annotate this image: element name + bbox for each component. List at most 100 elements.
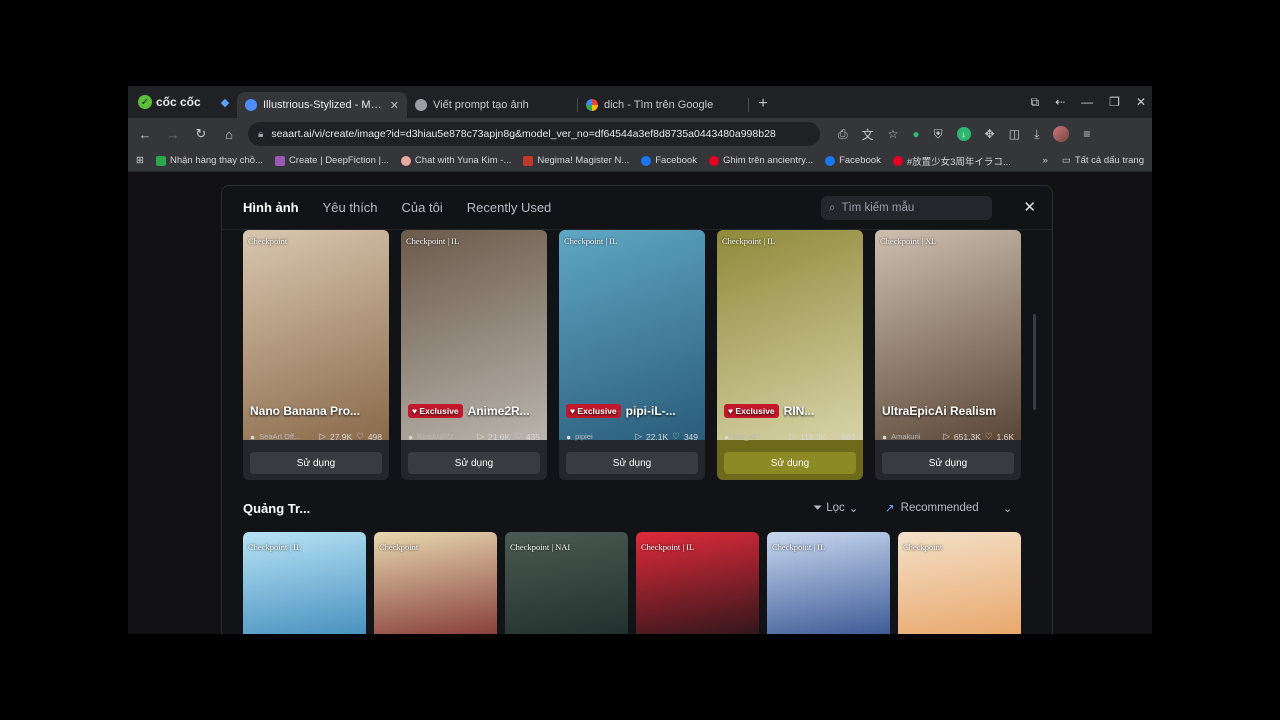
tab-google[interactable]: dich - Tìm trên Google (578, 92, 748, 118)
tab-title: Illustrious-Stylized - Mô Hìn (263, 99, 384, 111)
model-card[interactable]: Checkpoint | IL (767, 532, 890, 634)
all-bookmarks-button[interactable]: ▭ Tất cả dấu trang (1062, 155, 1144, 166)
address-toolbar: ← → ↻ ⌂ 🔒︎ seaart.ai/vi/create/image?id=… (128, 118, 1152, 150)
browser-brand[interactable]: ✓ cốc cốc (128, 95, 213, 109)
new-tab-button[interactable]: + (749, 95, 777, 113)
minimize-button[interactable]: — (1081, 95, 1093, 109)
tab-mine[interactable]: Của tôi (402, 200, 443, 215)
shield-icon[interactable]: ⛨ (934, 127, 943, 142)
model-title: Anime2R... (467, 404, 530, 418)
tab-prompt[interactable]: Viết prompt tạo ảnh (407, 92, 577, 118)
model-title-row: UltraEpicAi Realism (882, 404, 996, 418)
model-title-row: ♥ Exclusive RIN... (724, 404, 814, 418)
author-avatar-icon: ● (566, 431, 572, 442)
moon-icon[interactable]: ● (912, 127, 919, 141)
use-button[interactable]: Sử dụng (408, 452, 540, 474)
translate-icon[interactable]: 文 (862, 126, 874, 143)
close-modal-button[interactable]: ✕ (1023, 198, 1036, 216)
bookmark-item[interactable]: Ghim trên ancientry... (708, 155, 814, 166)
reload-icon[interactable]: ↻ (192, 126, 210, 142)
filter-button[interactable]: ⏷ Lọc ⌄ (813, 501, 858, 516)
brand-label: cốc cốc (156, 95, 201, 109)
author-name: SeaArt Off... (259, 432, 301, 441)
close-icon[interactable]: ✕ (390, 99, 399, 112)
heart-icon: ♡ (830, 431, 838, 441)
chevron-down-icon[interactable]: ⌄ (1003, 502, 1012, 515)
scrollbar[interactable] (1033, 314, 1036, 410)
extensions-icon[interactable]: ✥ (985, 127, 995, 141)
bookmark-item[interactable]: #放置少女3周年イラコ... (892, 154, 1011, 168)
model-card[interactable]: Checkpoint | IL ♥ Exclusive pipi-iL-... … (559, 230, 705, 480)
diamond-icon[interactable]: ◆ (213, 96, 237, 109)
close-window-button[interactable]: ✕ (1136, 95, 1146, 109)
bookmark-item[interactable]: Chat with Yuna Kim -... (400, 155, 511, 166)
model-card[interactable]: Checkpoint Nano Banana Pro... ● SeaArt O… (243, 230, 389, 480)
bookmarks-more-button[interactable]: » (1043, 155, 1048, 166)
bookmark-item[interactable]: Nhận hàng thay chồ... (155, 155, 263, 166)
model-card[interactable]: Checkpoint | NAI (505, 532, 628, 634)
model-card[interactable]: Checkpoint | XL UltraEpicAi Realism ● Am… (875, 230, 1021, 480)
tab-illustrious[interactable]: Illustrious-Stylized - Mô Hìn ✕ (237, 92, 407, 118)
recent-model-cards: Checkpoint Nano Banana Pro... ● SeaArt O… (243, 230, 1021, 480)
tab-back-icon[interactable]: ⇠ (1055, 95, 1065, 109)
bookmark-item[interactable]: Facebook (825, 155, 881, 166)
forward-icon[interactable]: → (164, 127, 182, 142)
tab-recently-used[interactable]: Recently Used (467, 200, 552, 215)
model-card[interactable]: Checkpoint | IL ♥ Exclusive Anime2R... ●… (401, 230, 547, 480)
profile-avatar[interactable] (1053, 126, 1070, 142)
back-icon[interactable]: ← (136, 127, 154, 142)
model-title-row: ♥ Exclusive Anime2R... (408, 404, 530, 418)
model-type-tag: Checkpoint | XL (880, 236, 937, 246)
model-type-tag: Checkpoint | IL (564, 236, 618, 246)
trend-icon: ↗ (885, 503, 895, 515)
bookmark-label: Ghim trên ancientry... (722, 155, 814, 166)
model-grid-row: Checkpoint | IL Checkpoint Checkpoint | NA… (243, 532, 1021, 634)
search-input[interactable]: ⌕ Tìm kiếm mẫu (821, 196, 992, 220)
screen-capture-icon[interactable]: ⧉ (1031, 95, 1040, 110)
like-count: 435 (525, 431, 540, 442)
model-title-row: ♥ Exclusive pipi-iL-... (566, 404, 676, 418)
install-icon[interactable]: ⎙ (838, 127, 848, 142)
bookmark-item[interactable]: Negima! Magister N... (523, 155, 629, 166)
restore-button[interactable]: ❐ (1109, 95, 1120, 109)
model-meta: ● Amakuni ▷ 651.3K ♡ 1.6K (882, 431, 1014, 442)
home-icon[interactable]: ⌂ (220, 127, 238, 142)
sort-dropdown[interactable]: ↗ Recommended (885, 501, 979, 515)
model-meta: ● SeaArt Off... ▷ 27.9K ♡ 498 (250, 431, 382, 442)
bookmarks-right: » ▭ Tất cả dấu trang (1043, 155, 1144, 166)
model-title: RIN... (783, 404, 815, 418)
use-button[interactable]: Sử dụng (566, 452, 698, 474)
model-card[interactable]: Checkpoint (898, 532, 1021, 634)
use-button[interactable]: Sử dụng (724, 452, 856, 474)
author-name: Amakuni (891, 432, 921, 441)
split-view-icon[interactable]: ◫ (1009, 127, 1020, 141)
lock-icon[interactable]: 🔒︎ (258, 129, 263, 140)
model-type-tag: Checkpoint | IL (248, 542, 302, 552)
tab-strip: ✓ cốc cốc ◆ Illustrious-Stylized - Mô Hì… (128, 86, 1152, 118)
exclusive-label: Exclusive (577, 406, 617, 416)
play-icon: ▷ (477, 431, 484, 441)
menu-icon[interactable]: ≡ (1083, 127, 1090, 141)
star-icon[interactable]: ☆ (888, 127, 899, 141)
bookmark-item[interactable]: Create | DeepFiction |... (274, 155, 389, 166)
author-avatar-icon: ● (724, 431, 730, 442)
exclusive-badge: ♥ Exclusive (566, 404, 621, 418)
like-count: 961 (841, 431, 856, 442)
author-avatar-icon: ● (882, 431, 888, 442)
model-card[interactable]: Checkpoint (374, 532, 497, 634)
model-card[interactable]: Checkpoint | IL ♥ Exclusive RIN... ● Rin… (717, 230, 863, 480)
model-card[interactable]: Checkpoint | IL (243, 532, 366, 634)
address-bar[interactable]: 🔒︎ seaart.ai/vi/create/image?id=d3hiau5e… (248, 122, 820, 146)
author-avatar-icon: ● (250, 431, 256, 442)
model-card[interactable]: Checkpoint | IL (636, 532, 759, 634)
tab-favorites[interactable]: Yêu thích (323, 200, 378, 215)
model-title: pipi-iL-... (625, 404, 676, 418)
bookmark-item[interactable]: Facebook (641, 155, 697, 166)
author-name: RiskArt077 (417, 432, 454, 441)
downloads-icon[interactable]: ⤓ (1034, 127, 1039, 142)
tab-images[interactable]: Hình ảnh (243, 200, 299, 215)
use-button[interactable]: Sử dụng (882, 452, 1014, 474)
download-green-icon[interactable]: ↓ (956, 127, 971, 141)
use-button[interactable]: Sử dụng (250, 452, 382, 474)
apps-grid-icon[interactable]: ⊞ (136, 155, 144, 166)
